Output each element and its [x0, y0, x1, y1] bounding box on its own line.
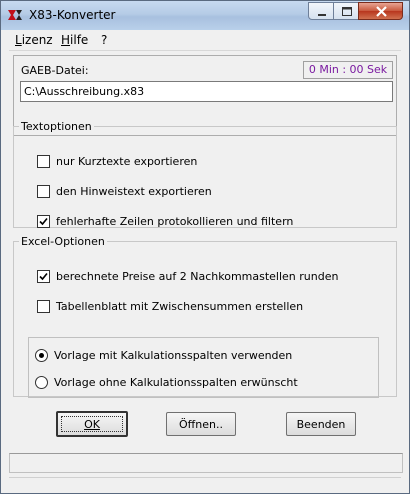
progress-area	[9, 477, 401, 489]
open-button-label: Öffnen..	[179, 418, 223, 431]
title-bar[interactable]: X83-Konverter	[1, 1, 409, 30]
menu-hilfe-rest: ilfe	[70, 33, 89, 47]
checkbox-preise-runden[interactable]	[37, 270, 50, 283]
minimize-button[interactable]	[308, 2, 334, 20]
status-bar	[9, 453, 403, 473]
maximize-icon	[342, 7, 352, 16]
menu-lizenz[interactable]: Lizenz	[15, 33, 53, 47]
checkmark-icon	[39, 217, 48, 226]
menu-hilfe-mnemonic: H	[61, 33, 71, 47]
close-icon	[376, 6, 387, 17]
quit-button-label: Beenden	[296, 418, 346, 431]
app-logo-icon	[8, 10, 22, 20]
app-window: X83-Konverter Lizenz Hilfe ? GAEB-Datei:…	[0, 0, 410, 494]
menu-lizenz-mnemonic: L	[15, 33, 22, 47]
label-preise-runden: berechnete Preise auf 2 Nachkommastellen…	[56, 270, 339, 283]
radio-mit-kalkulation[interactable]	[35, 349, 48, 362]
focus-rectangle	[61, 416, 123, 432]
elapsed-time-display: 0 Min : 00 Sek	[303, 61, 393, 79]
checkbox-hinweistext[interactable]	[37, 185, 50, 198]
menu-hilfe[interactable]: Hilfe	[61, 33, 88, 47]
window-title: X83-Konverter	[29, 8, 116, 22]
close-button[interactable]	[358, 2, 403, 20]
ok-button[interactable]: OK	[56, 411, 128, 437]
maximize-button[interactable]	[333, 2, 359, 20]
radio-selected-dot	[39, 353, 44, 358]
label-mit-kalkulation: Vorlage mit Kalkulationsspalten verwende…	[54, 349, 293, 362]
menu-bar: Lizenz Hilfe ?	[9, 30, 401, 51]
minimize-icon	[318, 14, 326, 16]
gaeb-file-label: GAEB-Datei:	[21, 64, 89, 77]
text-options-legend: Textoptionen	[21, 120, 92, 133]
label-hinweistext: den Hinweistext exportieren	[56, 185, 212, 198]
open-button[interactable]: Öffnen..	[166, 412, 236, 436]
menu-lizenz-rest: izenz	[21, 33, 53, 47]
checkbox-kurztexte[interactable]	[37, 155, 50, 168]
label-fehlerhafte-zeilen: fehlerhafte Zeilen protokollieren und fi…	[56, 215, 294, 228]
excel-options-group: Excel-Optionen berechnete Preise auf 2 N…	[13, 235, 397, 398]
dialog-client-area: Lizenz Hilfe ? GAEB-Datei: 0 Min : 00 Se…	[9, 30, 403, 489]
radio-ohne-kalkulation[interactable]	[35, 376, 48, 389]
quit-button[interactable]: Beenden	[286, 412, 356, 436]
label-zwischensummen: Tabellenblatt mit Zwischensummen erstell…	[56, 300, 304, 313]
label-ohne-kalkulation: Vorlage ohne Kalkulationsspalten erwünsc…	[54, 376, 298, 389]
label-kurztexte: nur Kurztexte exportieren	[56, 155, 198, 168]
checkmark-icon	[39, 272, 48, 281]
menu-help-question[interactable]: ?	[101, 33, 107, 47]
checkbox-fehlerhafte-zeilen[interactable]	[37, 215, 50, 228]
checkbox-zwischensummen[interactable]	[37, 300, 50, 313]
template-choice-box: Vorlage mit Kalkulationsspalten verwende…	[28, 337, 379, 398]
gaeb-file-path-input[interactable]: C:\Ausschreibung.x83	[20, 81, 393, 102]
text-options-group: Textoptionen nur Kurztexte exportieren d…	[13, 120, 397, 228]
excel-options-legend: Excel-Optionen	[21, 235, 105, 248]
